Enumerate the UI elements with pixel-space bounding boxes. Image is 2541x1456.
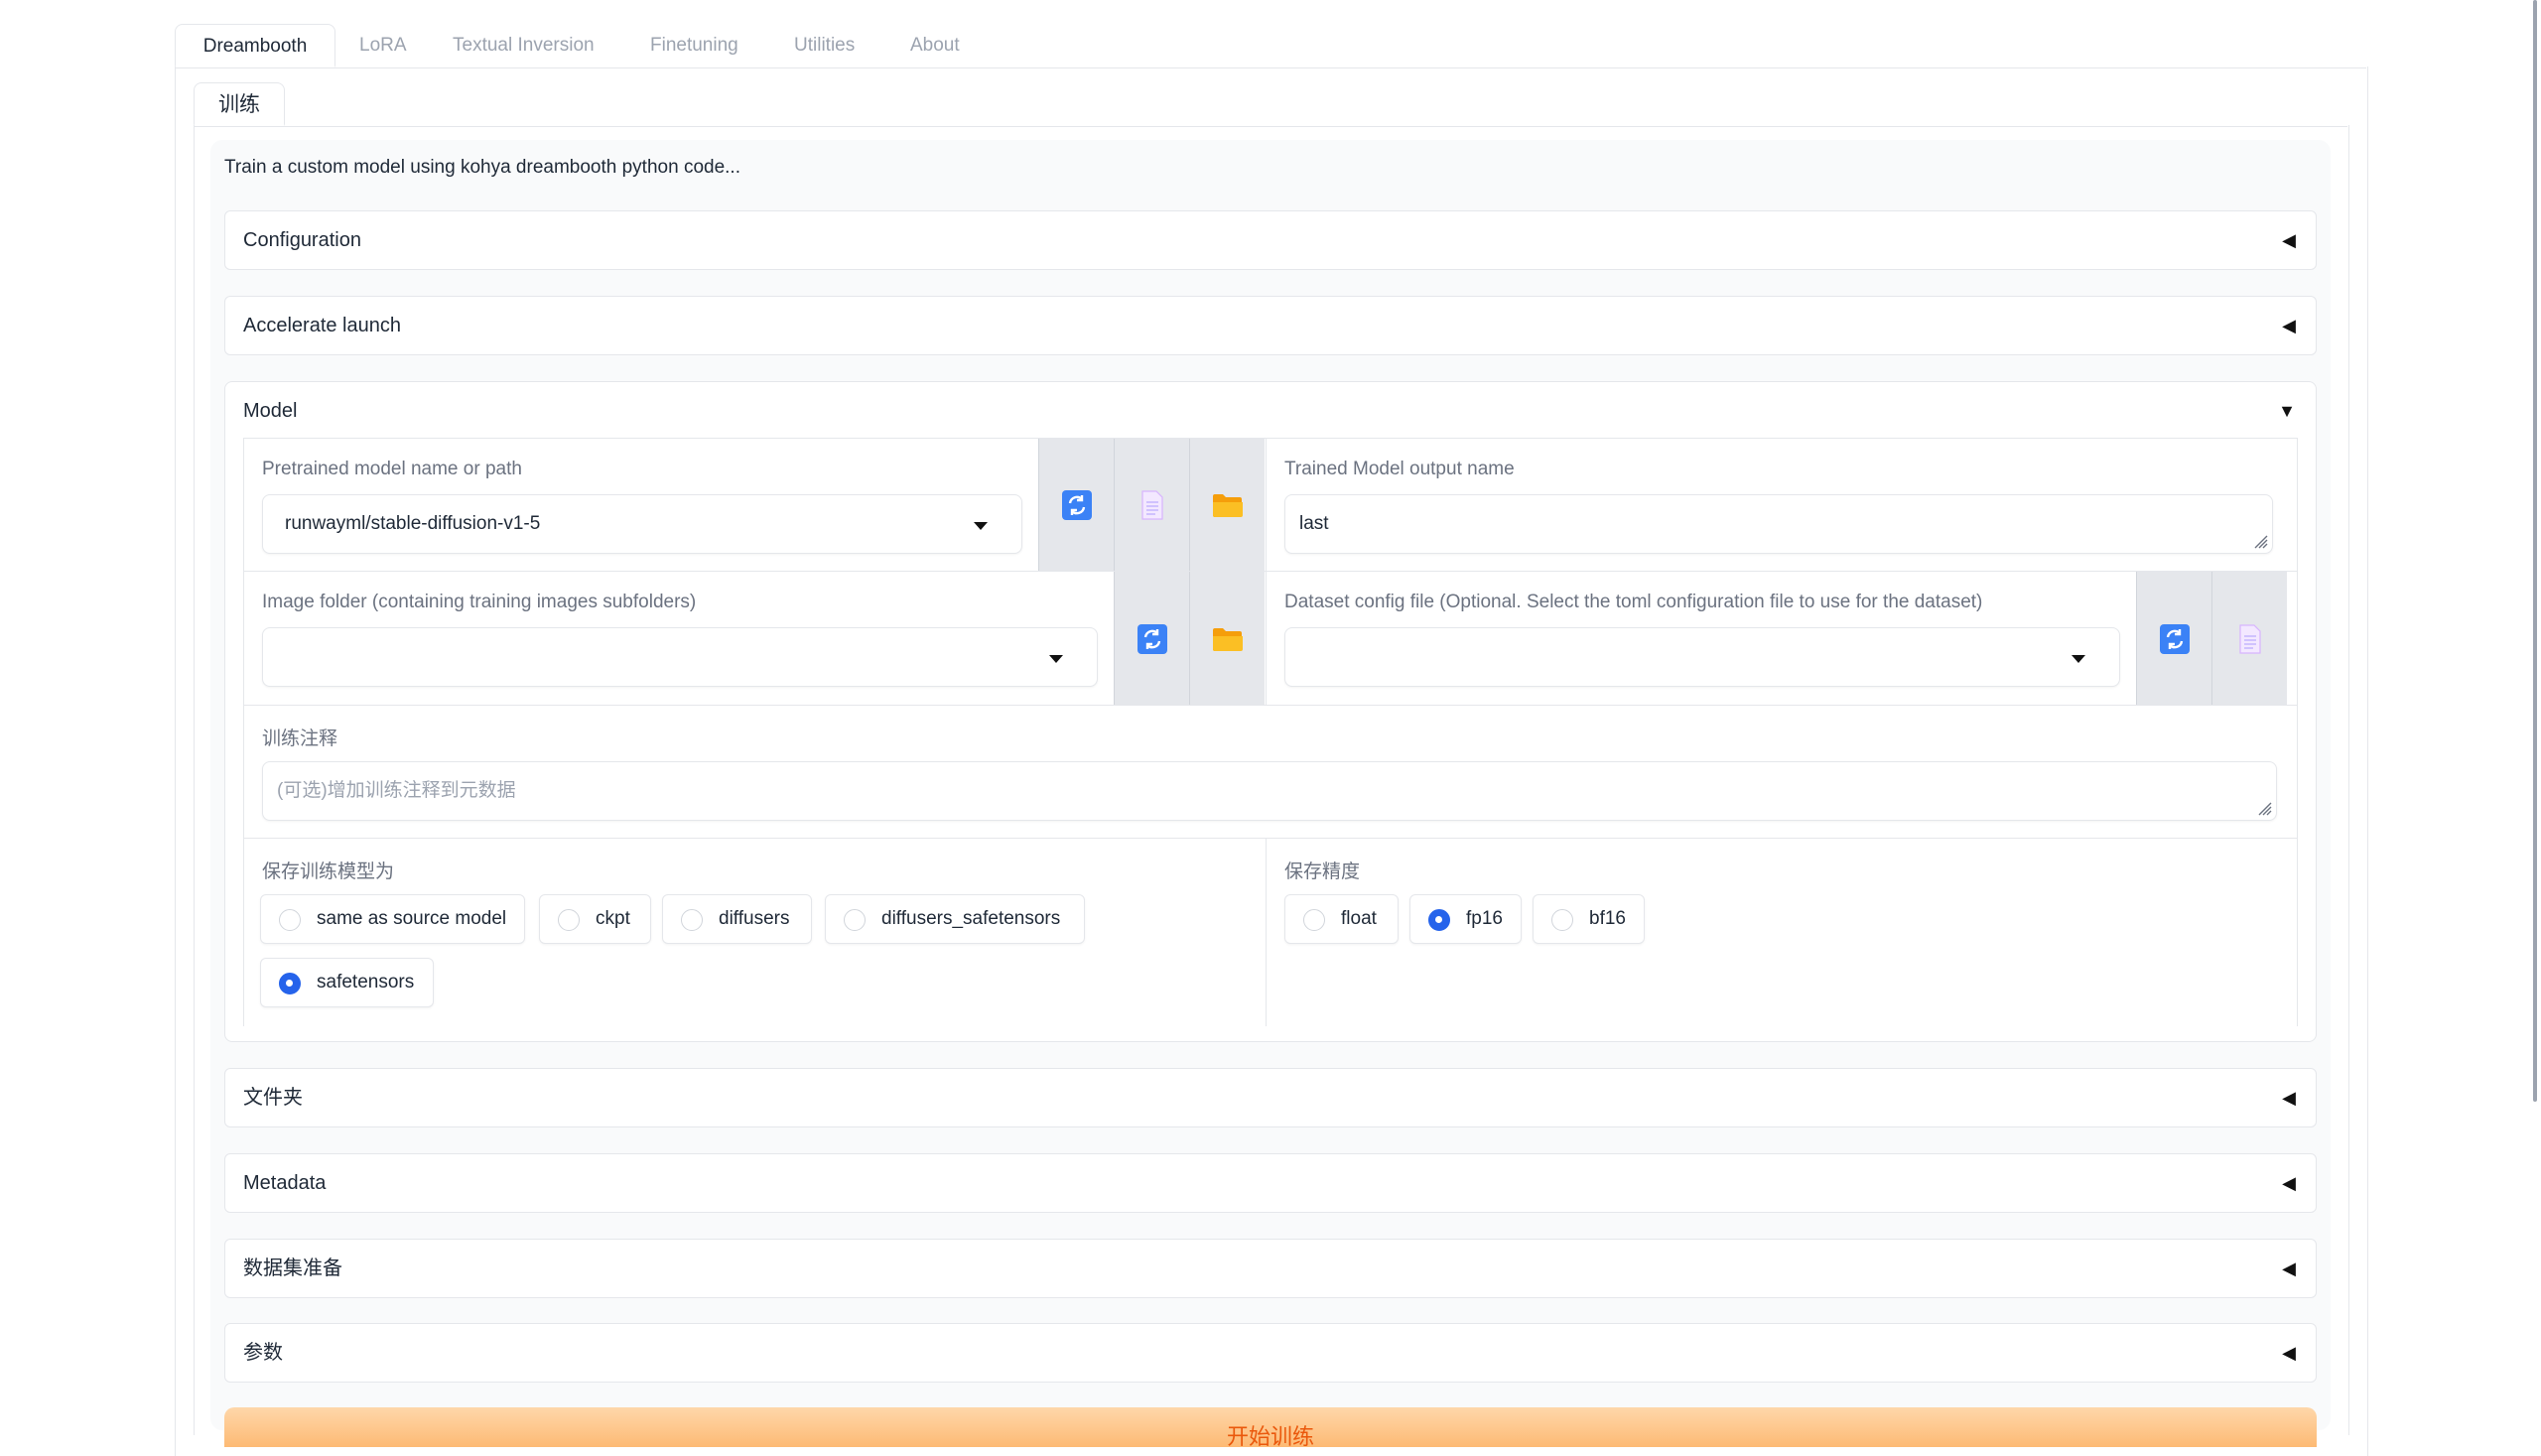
image-folder-dropdown[interactable] bbox=[262, 627, 1098, 687]
radio-circle bbox=[844, 909, 866, 931]
output-name-input[interactable]: last bbox=[1284, 494, 2273, 554]
folder-icon bbox=[1212, 627, 1243, 651]
pretrained-model-value: runwayml/stable-diffusion-v1-5 bbox=[285, 513, 541, 534]
accordion-accelerate-launch[interactable]: Accelerate launch ◀ bbox=[224, 296, 2317, 355]
radio-float[interactable]: float bbox=[1284, 894, 1399, 944]
radio-circle bbox=[1551, 909, 1573, 931]
start-training-label: 开始训练 bbox=[1226, 1424, 1314, 1449]
radio-label: safetensors bbox=[317, 972, 415, 993]
tab-textual-inversion[interactable]: Textual Inversion bbox=[453, 24, 595, 67]
resize-handle-icon[interactable] bbox=[2250, 531, 2268, 549]
radio-ckpt[interactable]: ckpt bbox=[539, 894, 651, 944]
accordion-metadata-label: Metadata bbox=[243, 1172, 327, 1194]
radio-label: float bbox=[1341, 908, 1377, 929]
training-comment-input[interactable]: (可选)增加训练注释到元数据 bbox=[262, 761, 2277, 821]
accordion-model-label[interactable]: Model bbox=[243, 382, 297, 440]
save-as-label: 保存训练模型为 bbox=[262, 861, 395, 882]
radio-circle-selected bbox=[1428, 909, 1450, 931]
radio-diffusers[interactable]: diffusers bbox=[662, 894, 812, 944]
radio-circle bbox=[279, 909, 301, 931]
accordion-dataset-prep-label: 数据集准备 bbox=[243, 1257, 342, 1279]
tab-utilities[interactable]: Utilities bbox=[794, 24, 855, 67]
radio-label: diffusers bbox=[719, 908, 790, 929]
radio-label: fp16 bbox=[1466, 908, 1503, 929]
radio-label: ckpt bbox=[596, 908, 630, 929]
accordion-params-label: 参数 bbox=[243, 1342, 283, 1364]
resize-handle-icon[interactable] bbox=[2254, 798, 2272, 816]
page-scrollbar[interactable] bbox=[2533, 0, 2537, 1102]
training-comment-placeholder: (可选)增加训练注释到元数据 bbox=[277, 780, 516, 801]
radio-same-as-source[interactable]: same as source model bbox=[260, 894, 525, 944]
radio-label: same as source model bbox=[317, 908, 507, 929]
accordion-configuration[interactable]: Configuration ◀ bbox=[224, 210, 2317, 270]
radio-circle bbox=[558, 909, 580, 931]
image-folder-refresh-button[interactable] bbox=[1114, 572, 1189, 706]
pretrained-model-dropdown[interactable]: runwayml/stable-diffusion-v1-5 bbox=[262, 494, 1022, 554]
collapse-arrow-icon: ◀ bbox=[2282, 316, 2296, 335]
accordion-configuration-label: Configuration bbox=[243, 229, 361, 251]
expand-arrow-icon[interactable]: ▼ bbox=[2278, 382, 2296, 440]
chevron-down-icon bbox=[1049, 655, 1063, 663]
pretrained-folder-button[interactable] bbox=[1189, 439, 1265, 572]
dataset-config-refresh-button[interactable] bbox=[2136, 572, 2211, 706]
precision-label: 保存精度 bbox=[1284, 861, 1361, 882]
precision-cell: 保存精度 float fp16 bf16 bbox=[1266, 838, 2298, 1026]
accordion-params[interactable]: 参数 ◀ bbox=[224, 1323, 2317, 1383]
accordion-metadata[interactable]: Metadata ◀ bbox=[224, 1153, 2317, 1213]
document-icon bbox=[1140, 490, 1163, 520]
training-comment-cell: 训练注释 (可选)增加训练注释到元数据 bbox=[243, 705, 2298, 840]
radio-safetensors[interactable]: safetensors bbox=[260, 958, 434, 1007]
radio-circle bbox=[1303, 909, 1325, 931]
output-name-value: last bbox=[1299, 513, 1329, 534]
collapse-arrow-icon: ◀ bbox=[2282, 1088, 2296, 1108]
subtab-train[interactable]: 训练 bbox=[194, 82, 285, 126]
main-tabbar: Dreambooth LoRA Textual Inversion Finetu… bbox=[175, 24, 2366, 68]
radio-diffusers-safetensors[interactable]: diffusers_safetensors bbox=[825, 894, 1085, 944]
dataset-config-file-button[interactable] bbox=[2211, 572, 2287, 706]
tab-about[interactable]: About bbox=[910, 24, 960, 67]
dataset-config-dropdown[interactable] bbox=[1284, 627, 2120, 687]
training-comment-label: 训练注释 bbox=[262, 728, 338, 749]
collapse-arrow-icon: ◀ bbox=[2282, 230, 2296, 250]
refresh-icon bbox=[1061, 490, 1092, 520]
tab-finetuning[interactable]: Finetuning bbox=[650, 24, 738, 67]
collapse-arrow-icon: ◀ bbox=[2282, 1173, 2296, 1193]
accordion-accelerate-label: Accelerate launch bbox=[243, 315, 401, 336]
radio-fp16[interactable]: fp16 bbox=[1409, 894, 1522, 944]
image-folder-browse-button[interactable] bbox=[1189, 572, 1265, 706]
output-name-cell: Trained Model output name last bbox=[1266, 438, 2298, 573]
refresh-icon bbox=[2159, 623, 2190, 654]
refresh-icon bbox=[1137, 623, 1167, 654]
radio-circle-selected bbox=[279, 973, 301, 994]
pretrained-file-button[interactable] bbox=[1114, 439, 1189, 572]
save-as-cell: 保存训练模型为 same as source model ckpt diffus… bbox=[243, 838, 1268, 1026]
radio-circle bbox=[681, 909, 703, 931]
sub-tabbar: 训练 bbox=[194, 82, 2347, 127]
accordion-folders[interactable]: 文件夹 ◀ bbox=[224, 1068, 2317, 1127]
tab-dreambooth[interactable]: Dreambooth bbox=[175, 24, 335, 67]
collapse-arrow-icon: ◀ bbox=[2282, 1258, 2296, 1278]
page-description: Train a custom model using kohya dreambo… bbox=[224, 157, 740, 178]
tab-lora[interactable]: LoRA bbox=[359, 24, 407, 67]
radio-bf16[interactable]: bf16 bbox=[1533, 894, 1645, 944]
radio-label: diffusers_safetensors bbox=[881, 908, 1061, 929]
image-folder-label: Image folder (containing training images… bbox=[262, 592, 697, 612]
accordion-dataset-prep[interactable]: 数据集准备 ◀ bbox=[224, 1239, 2317, 1298]
start-training-button[interactable]: 开始训练 bbox=[224, 1407, 2317, 1449]
pretrained-model-cell: Pretrained model name or path runwayml/s… bbox=[243, 438, 1268, 573]
accordion-folders-label: 文件夹 bbox=[243, 1087, 303, 1109]
folder-icon bbox=[1212, 494, 1243, 517]
image-folder-cell: Image folder (containing training images… bbox=[243, 571, 1268, 707]
dataset-config-cell: Dataset config file (Optional. Select th… bbox=[1266, 571, 2298, 707]
collapse-arrow-icon: ◀ bbox=[2282, 1343, 2296, 1363]
radio-label: bf16 bbox=[1589, 908, 1626, 929]
output-name-label: Trained Model output name bbox=[1284, 459, 1515, 479]
chevron-down-icon bbox=[2072, 655, 2085, 663]
accordion-model: Model ▼ Pretrained model name or path ru… bbox=[224, 381, 2317, 1042]
pretrained-refresh-button[interactable] bbox=[1038, 439, 1114, 572]
document-icon bbox=[2238, 623, 2261, 654]
chevron-down-icon bbox=[974, 522, 988, 530]
pretrained-model-label: Pretrained model name or path bbox=[262, 459, 522, 479]
dataset-config-label: Dataset config file (Optional. Select th… bbox=[1284, 592, 1983, 612]
